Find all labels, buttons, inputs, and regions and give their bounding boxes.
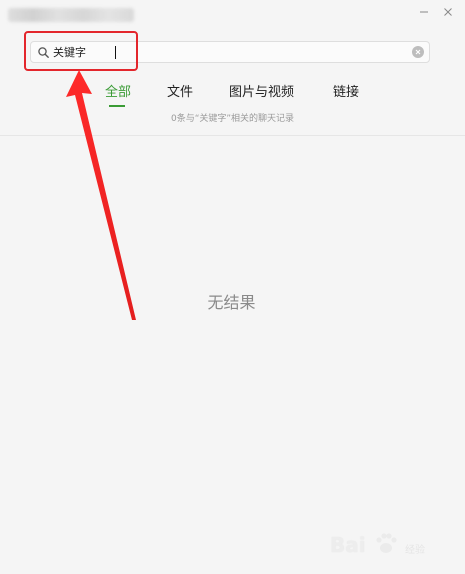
text-caret bbox=[115, 46, 116, 59]
header-divider bbox=[0, 135, 465, 136]
close-button[interactable] bbox=[436, 2, 460, 22]
tab-files[interactable]: 文件 bbox=[167, 84, 193, 102]
watermark-suffix: 经验 bbox=[405, 545, 425, 556]
close-icon bbox=[444, 8, 452, 16]
search-icon bbox=[38, 47, 49, 58]
watermark-brand: Bai bbox=[330, 533, 366, 557]
tab-all[interactable]: 全部 bbox=[105, 84, 131, 102]
window-title-blurred bbox=[8, 8, 134, 22]
search-box[interactable] bbox=[30, 41, 430, 63]
result-summary-text: 0条与“关键字”相关的聊天记录 bbox=[170, 114, 295, 124]
clear-icon[interactable] bbox=[412, 46, 424, 58]
tab-images-videos[interactable]: 图片与视频 bbox=[229, 84, 294, 102]
minimize-button[interactable] bbox=[412, 2, 436, 22]
empty-state-text: 无结果 bbox=[207, 293, 256, 312]
paw-logo bbox=[376, 533, 397, 553]
tab-links[interactable]: 链接 bbox=[333, 84, 359, 102]
search-window: 全部 文件 图片与视频 链接 0条与“关键字”相关的聊天记录 无结果 Bai 经… bbox=[0, 0, 465, 574]
active-tab-indicator bbox=[109, 105, 125, 107]
clear-x-glyph bbox=[415, 49, 421, 55]
minimize-icon bbox=[420, 11, 428, 13]
result-tabs: 全部 文件 图片与视频 链接 bbox=[0, 84, 465, 108]
result-summary: 0条与“关键字”相关的聊天记录 bbox=[0, 111, 465, 124]
empty-state: 无结果 bbox=[0, 289, 465, 313]
watermark: Bai 经验 bbox=[330, 525, 460, 565]
search-input[interactable] bbox=[53, 43, 383, 61]
